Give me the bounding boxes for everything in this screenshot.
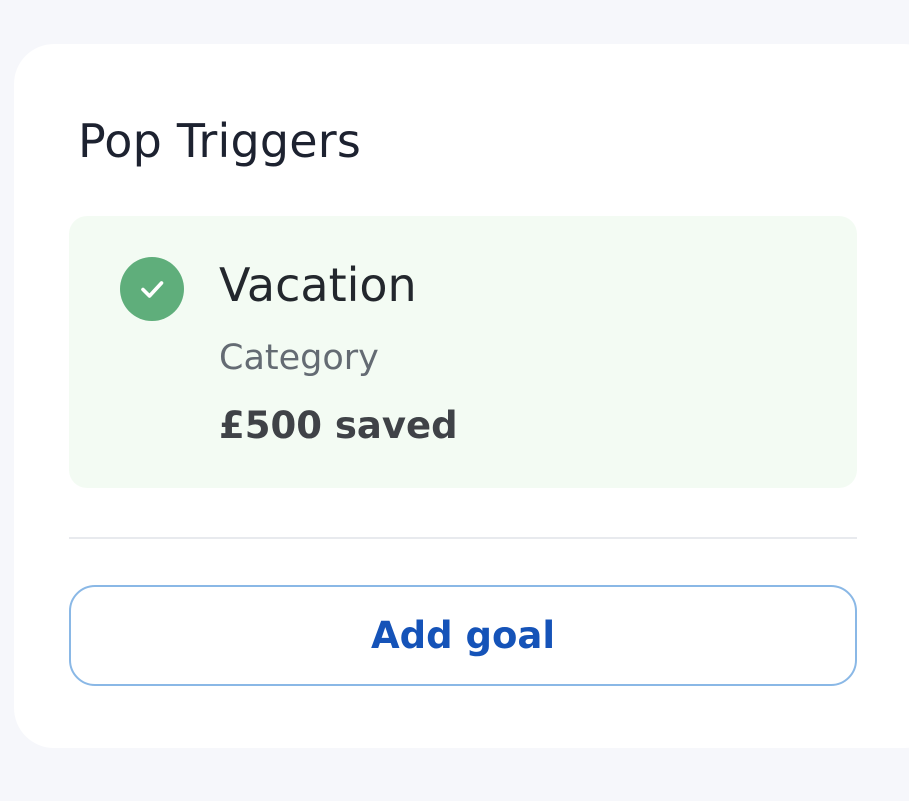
divider bbox=[69, 537, 857, 539]
goal-category: Category bbox=[219, 338, 379, 378]
card-title: Pop Triggers bbox=[78, 114, 362, 168]
add-goal-button[interactable]: Add goal bbox=[69, 585, 857, 686]
goal-name: Vacation bbox=[219, 258, 417, 312]
goal-saved-amount: £500 saved bbox=[219, 404, 458, 447]
pop-triggers-card: Pop Triggers Vacation Category £500 save… bbox=[14, 44, 909, 748]
check-icon bbox=[120, 257, 184, 321]
goal-tile[interactable]: Vacation Category £500 saved bbox=[69, 216, 857, 488]
